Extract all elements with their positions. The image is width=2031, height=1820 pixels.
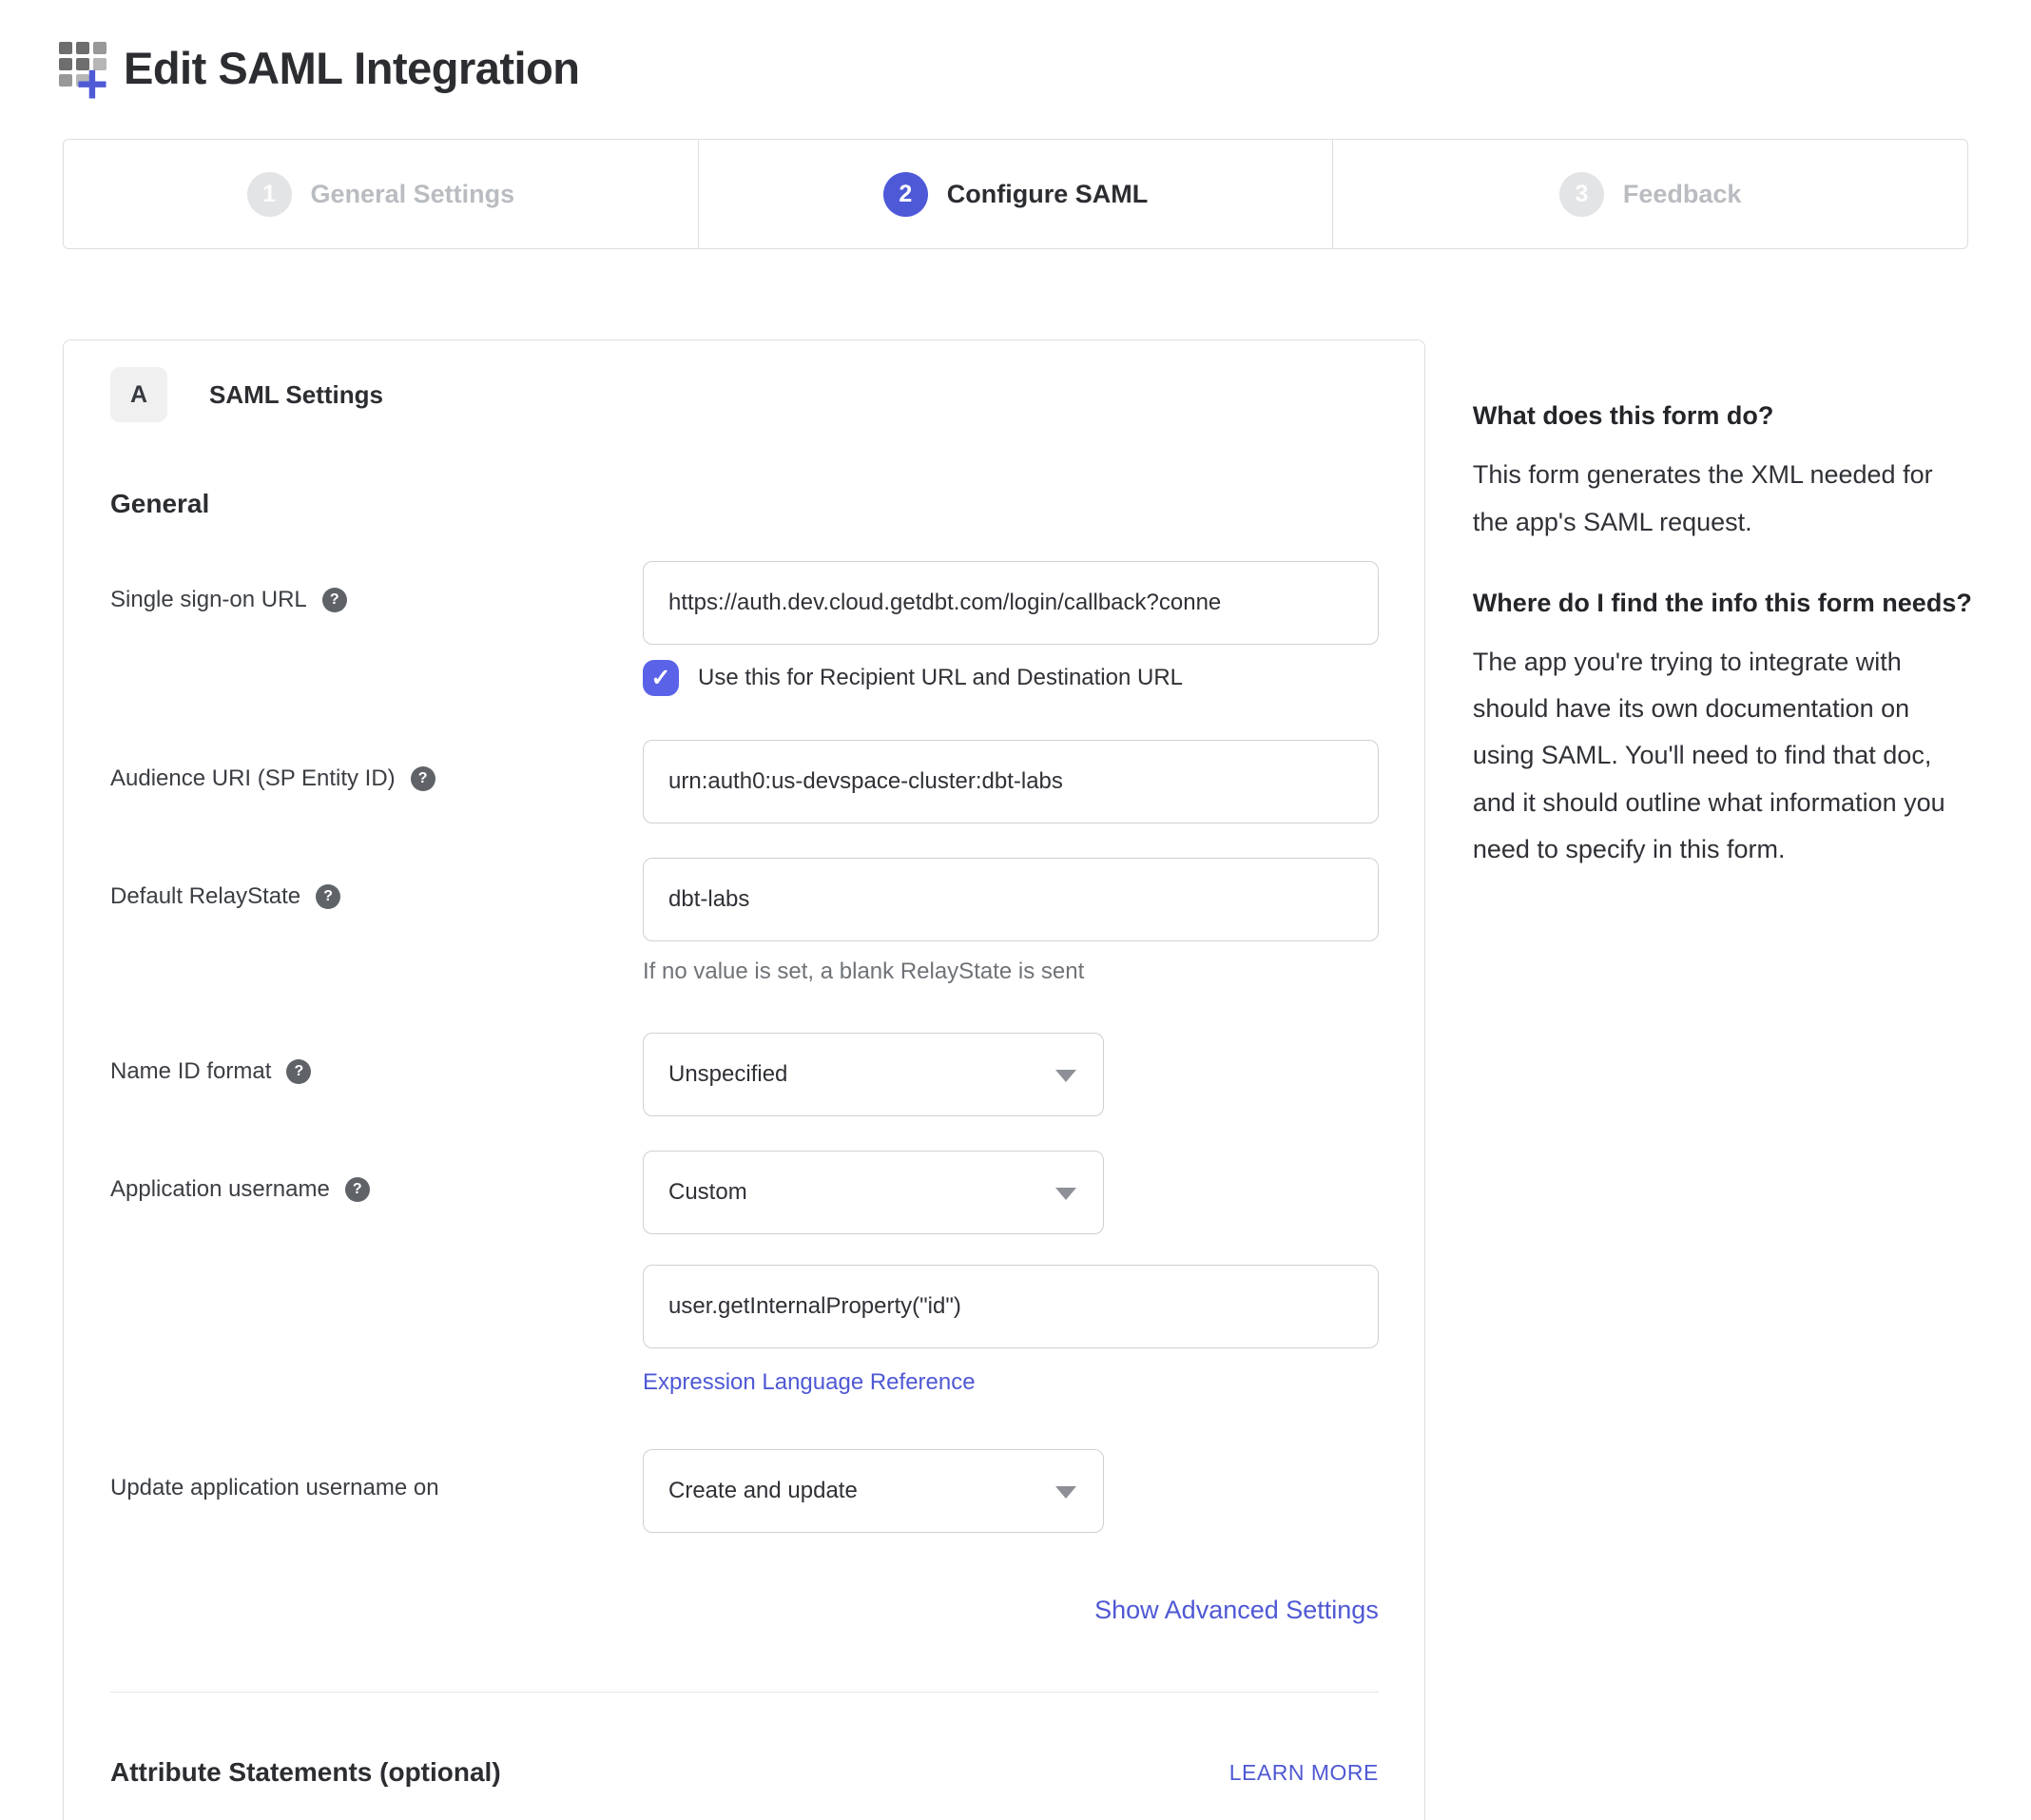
step-1-label: General Settings [311, 180, 515, 209]
help-sidebar: What does this form do? This form genera… [1473, 339, 1974, 913]
relay-state-row: Default RelayState ? If no value is set,… [110, 858, 1379, 985]
attribute-statements-heading: Attribute Statements (optional) [110, 1757, 501, 1788]
audience-uri-label-wrap: Audience URI (SP Entity ID) ? [110, 740, 643, 793]
relay-state-label: Default RelayState [110, 882, 300, 911]
help-icon[interactable]: ? [316, 884, 340, 909]
relay-state-input[interactable] [643, 858, 1379, 941]
content-columns: A SAML Settings General Single sign-on U… [63, 339, 1974, 1820]
audience-uri-label: Audience URI (SP Entity ID) [110, 765, 396, 793]
relay-state-label-wrap: Default RelayState ? [110, 858, 643, 911]
sso-url-label-wrap: Single sign-on URL ? [110, 561, 643, 614]
step-1-badge: 1 [247, 172, 292, 217]
step-3-badge: 3 [1559, 172, 1604, 217]
recipient-checkbox-label: Use this for Recipient URL and Destinati… [698, 665, 1183, 691]
audience-uri-input[interactable] [643, 740, 1379, 823]
help-heading-what: What does this form do? [1473, 398, 1974, 433]
show-advanced-settings-link[interactable]: Show Advanced Settings [1094, 1596, 1379, 1624]
application-username-label: Application username [110, 1175, 330, 1204]
help-body-what: This form generates the XML needed for t… [1473, 452, 1974, 545]
help-icon[interactable]: ? [411, 766, 435, 791]
section-divider [110, 1692, 1379, 1693]
step-general-settings[interactable]: 1 General Settings [64, 140, 699, 248]
relay-state-helper-text: If no value is set, a blank RelayState i… [643, 958, 1379, 985]
help-icon[interactable]: ? [286, 1059, 311, 1084]
panel-header: A SAML Settings [110, 367, 1379, 422]
step-configure-saml[interactable]: 2 Configure SAML [699, 140, 1334, 248]
edit-saml-integration-page: + Edit SAML Integration 1 General Settin… [0, 0, 2031, 1820]
help-body-where: The app you're trying to integrate with … [1473, 639, 1974, 873]
page-header: + Edit SAML Integration [0, 0, 2031, 110]
update-username-value: Create and update [668, 1478, 858, 1504]
attribute-statements-header: Attribute Statements (optional) LEARN MO… [110, 1757, 1379, 1788]
application-username-select[interactable]: Custom [643, 1151, 1104, 1234]
wizard-steps: 1 General Settings 2 Configure SAML 3 Fe… [63, 139, 1968, 249]
name-id-format-select[interactable]: Unspecified [643, 1033, 1104, 1116]
update-username-label-wrap: Update application username on [110, 1449, 643, 1502]
sso-url-row: Single sign-on URL ? ✓ Use this for Reci… [110, 561, 1379, 696]
application-username-row: Application username ? Custom Expression… [110, 1151, 1379, 1396]
audience-uri-row: Audience URI (SP Entity ID) ? [110, 740, 1379, 823]
application-username-value: Custom [668, 1179, 747, 1206]
learn-more-link[interactable]: LEARN MORE [1229, 1760, 1379, 1786]
expression-language-reference-link[interactable]: Expression Language Reference [643, 1369, 976, 1396]
name-id-format-row: Name ID format ? Unspecified [110, 1033, 1379, 1116]
step-3-label: Feedback [1623, 180, 1742, 209]
update-username-label: Update application username on [110, 1474, 439, 1502]
app-grid-plus-icon: + [59, 42, 122, 110]
chevron-down-icon [1055, 1188, 1076, 1200]
section-a-badge: A [110, 367, 167, 422]
recipient-url-checkbox-row: ✓ Use this for Recipient URL and Destina… [643, 660, 1379, 696]
use-for-recipient-checkbox[interactable]: ✓ [643, 660, 679, 696]
help-heading-where: Where do I find the info this form needs… [1473, 586, 1974, 620]
update-username-row: Update application username on Create an… [110, 1449, 1379, 1533]
step-2-label: Configure SAML [947, 180, 1148, 209]
step-feedback[interactable]: 3 Feedback [1333, 140, 1967, 248]
page-title: Edit SAML Integration [124, 42, 580, 94]
sso-url-label: Single sign-on URL [110, 586, 307, 614]
grid-square [59, 74, 72, 87]
help-icon[interactable]: ? [322, 588, 347, 612]
custom-expression-input[interactable] [643, 1265, 1379, 1348]
checkmark-icon: ✓ [651, 664, 671, 692]
help-icon[interactable]: ? [345, 1177, 370, 1202]
sso-url-input[interactable] [643, 561, 1379, 645]
plus-icon: + [76, 57, 108, 112]
chevron-down-icon [1055, 1070, 1076, 1082]
name-id-format-label-wrap: Name ID format ? [110, 1033, 643, 1086]
general-section-heading: General [110, 489, 1379, 519]
grid-square [59, 42, 72, 54]
name-id-format-label: Name ID format [110, 1057, 271, 1086]
panel-title: SAML Settings [209, 380, 383, 410]
name-id-format-value: Unspecified [668, 1061, 787, 1088]
chevron-down-icon [1055, 1486, 1076, 1499]
application-username-label-wrap: Application username ? [110, 1151, 643, 1204]
update-username-select[interactable]: Create and update [643, 1449, 1104, 1533]
grid-square [59, 58, 72, 70]
saml-settings-panel: A SAML Settings General Single sign-on U… [63, 339, 1425, 1820]
step-2-badge: 2 [883, 172, 928, 217]
